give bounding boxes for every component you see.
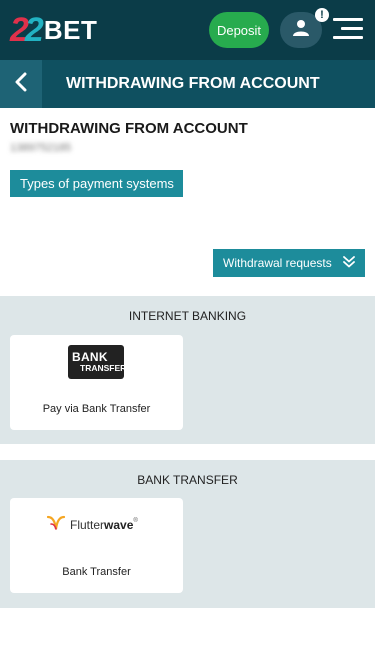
withdrawal-requests-label: Withdrawal requests [223,256,332,270]
hamburger-icon [333,18,363,21]
logo-text: BET [43,14,98,45]
panel-title: WITHDRAWING FROM ACCOUNT [10,120,248,137]
payment-card-flutterwave[interactable]: Flutterwave® Bank Transfer [10,498,183,593]
section-title: INTERNET BANKING [128,309,247,323]
section-bank-transfer: BANK TRANSFER Flutterwave® Bank Transfer [0,460,375,608]
back-button[interactable] [0,60,42,108]
user-icon [291,18,311,43]
chevron-left-icon [14,72,28,97]
section-title: BANK TRANSFER [137,473,238,487]
menu-button[interactable] [333,15,363,43]
card-label: Pay via Bank Transfer [42,403,151,415]
logo-number: 22 [10,11,44,49]
section-internet-banking: INTERNET BANKING BANK TRANSFER Pay via B… [0,296,375,444]
account-id: 1389752185 [10,142,72,154]
payment-card-bank-transfer[interactable]: BANK TRANSFER Pay via Bank Transfer [10,335,183,430]
notification-badge: ! [315,8,329,22]
top-header: 22 BET Deposit ! [0,0,375,60]
page-title: WITHDRAWING FROM ACCOUNT [66,75,320,92]
flutterwave-logo: Flutterwave® [46,514,138,536]
double-chevron-down-icon [343,255,355,272]
withdrawal-requests-button[interactable]: Withdrawal requests [213,249,365,277]
logo[interactable]: 22 BET [10,12,97,48]
page-subheader: WITHDRAWING FROM ACCOUNT [0,60,375,108]
card-label: Bank Transfer [62,566,131,578]
bank-transfer-logo: BANK TRANSFER [68,345,126,379]
payment-types-button[interactable]: Types of payment systems [10,170,183,197]
flutterwave-icon [46,515,66,536]
deposit-button[interactable]: Deposit [209,12,269,48]
withdraw-panel: WITHDRAWING FROM ACCOUNT 1389752185 Type… [0,108,375,296]
